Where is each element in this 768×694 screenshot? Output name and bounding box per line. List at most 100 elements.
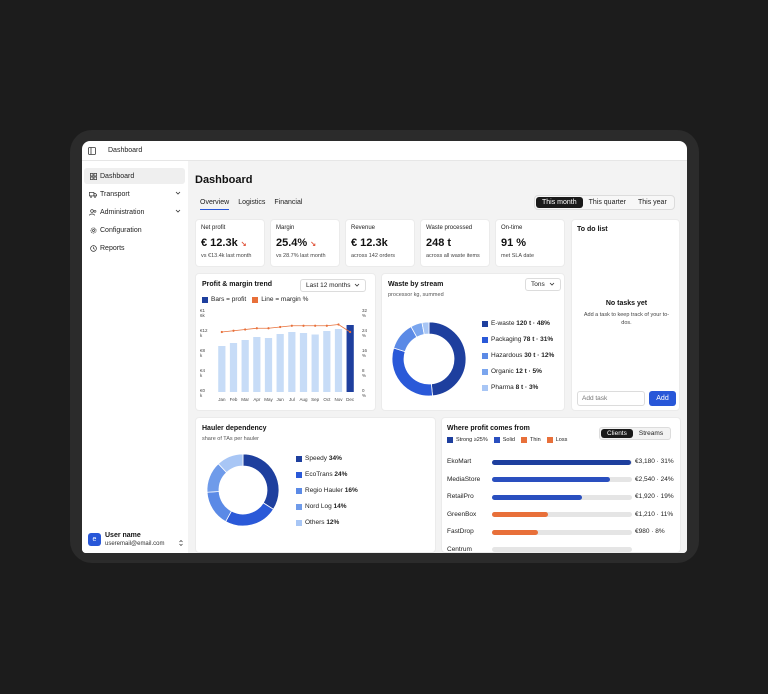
legend-name: Hazardous bbox=[491, 352, 525, 359]
profit-bar[interactable] bbox=[264, 338, 273, 392]
add-task-input[interactable] bbox=[577, 391, 645, 406]
kpi-on-time: On-time 91 % met SLA date bbox=[495, 219, 565, 267]
kpi-waste-processed: Waste processed 248 t across all waste i… bbox=[420, 219, 490, 267]
legend-label: Solid bbox=[502, 437, 515, 443]
legend-value: 12 t · 5% bbox=[515, 368, 542, 375]
tab-logistics[interactable]: Logistics bbox=[238, 199, 265, 210]
margin-point[interactable] bbox=[349, 330, 352, 334]
user-menu[interactable]: e User name useremail@email.com bbox=[88, 527, 184, 551]
unit-select[interactable]: Tons bbox=[525, 278, 561, 291]
period-selector: This month This quarter This year bbox=[534, 195, 675, 210]
tab-overview[interactable]: Overview bbox=[200, 199, 230, 210]
kpi-value-text: 25.4% bbox=[276, 237, 308, 249]
legend-name: Others bbox=[305, 519, 327, 526]
profit-source-bar[interactable] bbox=[492, 547, 632, 552]
donut-slice[interactable] bbox=[242, 453, 280, 510]
profit-source-bar[interactable] bbox=[492, 529, 632, 535]
donut-slice[interactable] bbox=[206, 491, 232, 523]
legend-swatch bbox=[296, 471, 302, 478]
legend-value: 120 t · 48% bbox=[516, 320, 550, 327]
period-this-quarter[interactable]: This quarter bbox=[583, 197, 632, 208]
legend-swatch bbox=[296, 519, 302, 526]
profit-source-bar[interactable] bbox=[492, 459, 632, 465]
legend-name: EcoTrans bbox=[305, 471, 335, 478]
profit-bar[interactable] bbox=[346, 325, 354, 392]
profit-bar[interactable] bbox=[241, 340, 249, 392]
margin-point[interactable] bbox=[220, 330, 223, 334]
sidebar-item-reports[interactable]: Reports bbox=[84, 240, 185, 256]
margin-point[interactable] bbox=[302, 324, 305, 327]
chevron-down-icon bbox=[354, 282, 360, 290]
sidebar-item-label: Transport bbox=[100, 190, 130, 198]
margin-point[interactable] bbox=[290, 324, 293, 327]
sidebar-item-configuration[interactable]: Configuration bbox=[84, 222, 185, 238]
profit-source-bar[interactable] bbox=[492, 512, 632, 517]
margin-point[interactable] bbox=[267, 327, 270, 330]
sidebar-item-transport[interactable]: Transport bbox=[84, 186, 185, 202]
sidebar-item-administration[interactable]: Administration bbox=[84, 204, 185, 220]
profit-bar[interactable] bbox=[253, 337, 261, 392]
profit-bar[interactable] bbox=[299, 333, 308, 392]
sidebar-item-dashboard[interactable]: Dashboard bbox=[84, 168, 185, 184]
profit-bar[interactable] bbox=[323, 331, 331, 392]
legend-bars-label: Bars = profit bbox=[211, 296, 247, 303]
todo-empty-text: Add a task to keep track of your to-dos. bbox=[583, 312, 670, 326]
tab-financial[interactable]: Financial bbox=[274, 199, 302, 210]
kpi-value: 25.4% ↘ bbox=[276, 237, 316, 249]
donut-slice[interactable] bbox=[391, 347, 433, 397]
profit-source-name: GreenBox bbox=[447, 510, 477, 518]
legend-name: E-waste bbox=[491, 320, 517, 327]
margin-point[interactable] bbox=[244, 328, 247, 331]
legend-swatch bbox=[521, 437, 527, 443]
y2-axis-tick: 16% bbox=[362, 348, 368, 358]
clients-streams-toggle: Clients Streams bbox=[599, 427, 672, 440]
profit-source-bar-fill bbox=[492, 459, 631, 465]
legend-swatch bbox=[296, 503, 302, 510]
legend-swatch bbox=[493, 437, 500, 443]
period-this-month[interactable]: This month bbox=[536, 197, 583, 208]
y2-axis-tick: 32% bbox=[362, 308, 368, 318]
profit-source-bar[interactable] bbox=[492, 477, 632, 482]
legend-value: 8 t · 3% bbox=[515, 384, 539, 391]
margin-point[interactable] bbox=[255, 327, 258, 330]
legend-name: Pharma bbox=[491, 384, 516, 391]
legend-swatch bbox=[296, 455, 302, 462]
chevron-down-icon bbox=[549, 281, 555, 289]
margin-point[interactable] bbox=[279, 325, 282, 329]
toggle-clients[interactable]: Clients bbox=[601, 429, 633, 438]
truck-icon bbox=[89, 190, 97, 198]
profit-bar[interactable] bbox=[288, 332, 296, 392]
legend-swatch bbox=[482, 352, 488, 359]
donut-slice[interactable] bbox=[225, 502, 274, 527]
margin-point[interactable] bbox=[314, 324, 317, 327]
profit-source-name: MediaStore bbox=[447, 475, 481, 483]
profit-bar[interactable] bbox=[276, 334, 284, 392]
top-bar-title: Dashboard bbox=[108, 147, 143, 154]
profit-source-name: EkoMart bbox=[447, 458, 472, 465]
sidebar-item-label: Reports bbox=[100, 244, 125, 252]
legend-swatch bbox=[447, 437, 453, 443]
margin-point[interactable] bbox=[232, 329, 235, 332]
profit-bar[interactable] bbox=[311, 334, 319, 393]
margin-point[interactable] bbox=[337, 323, 340, 326]
profit-bar[interactable] bbox=[218, 346, 226, 392]
toggle-streams[interactable]: Streams bbox=[633, 429, 669, 438]
profit-source-value: €1,210 · 11% bbox=[635, 510, 674, 518]
waste-donut-chart bbox=[391, 321, 467, 397]
margin-point[interactable] bbox=[325, 324, 328, 327]
sidebar-toggle-icon[interactable] bbox=[88, 146, 96, 155]
user-email: useremail@email.com bbox=[105, 540, 165, 547]
profit-bar[interactable] bbox=[334, 329, 343, 392]
donut-slice[interactable] bbox=[428, 321, 467, 397]
period-this-year[interactable]: This year bbox=[632, 197, 673, 208]
profit-source-bar[interactable] bbox=[492, 494, 632, 500]
profit-bar[interactable] bbox=[229, 343, 238, 392]
x-axis-tick: Nov bbox=[334, 397, 343, 402]
kpi-sub: across all waste items bbox=[426, 253, 480, 259]
add-task-button[interactable]: Add bbox=[649, 391, 676, 406]
range-select[interactable]: Last 12 months bbox=[300, 279, 366, 292]
chevron-down-icon bbox=[175, 208, 181, 216]
y2-axis-tick: 24% bbox=[362, 328, 368, 338]
x-axis-tick: May bbox=[264, 397, 273, 402]
profit-source-bar-fill bbox=[492, 529, 539, 535]
